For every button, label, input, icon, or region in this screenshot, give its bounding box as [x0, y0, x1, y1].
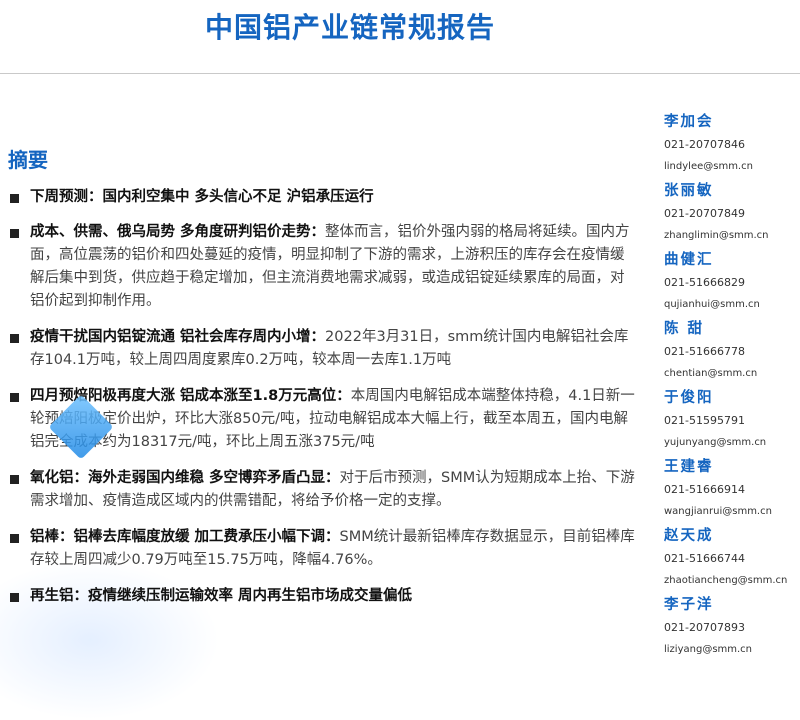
contact-email[interactable]: qujianhui@smm.cn: [664, 294, 800, 316]
bullet-square-icon: [10, 393, 19, 402]
title-divider: [0, 73, 800, 74]
contact-email[interactable]: yujunyang@smm.cn: [664, 432, 800, 454]
contact-email[interactable]: zhanglimin@smm.cn: [664, 225, 800, 247]
summary-item-lead: 下周预测：国内利空集中 多头信心不足 沪铝承压运行: [30, 189, 374, 205]
contact-card: 于俊阳 021-51595791 yujunyang@smm.cn: [664, 386, 800, 455]
summary-item-forecast: 下周预测：国内利空集中 多头信心不足 沪铝承压运行: [8, 186, 636, 209]
contact-phone: 021-51666778: [664, 345, 745, 358]
contact-email[interactable]: zhaotiancheng@smm.cn: [664, 570, 800, 592]
contact-email[interactable]: liziyang@smm.cn: [664, 639, 800, 661]
summary-item-lead: 疫情干扰国内铝锭流通 铝社会库存周内小增：: [30, 329, 326, 345]
contact-name: 张丽敏: [664, 183, 714, 199]
bullet-square-icon: [10, 334, 19, 343]
summary-item-alumina: 氧化铝：海外走弱国内维稳 多空博弈矛盾凸显：对于后市预测，SMM认为短期成本上抬…: [8, 467, 636, 513]
bullet-square-icon: [10, 475, 19, 484]
contact-name: 李子洋: [664, 597, 714, 613]
report-title: 中国铝产业链常规报告: [204, 11, 495, 44]
contact-card: 李加会 021-20707846 lindylee@smm.cn: [664, 110, 800, 179]
contact-phone: 021-20707849: [664, 207, 745, 220]
summary-item-price-trend: 成本、供需、俄乌局势 多角度研判铝价走势：整体而言，铝价外强内弱的格局将延续。国…: [8, 221, 636, 313]
contact-name: 陈 甜: [664, 321, 705, 337]
contact-name: 王建睿: [664, 459, 714, 475]
contact-email[interactable]: wangjianrui@smm.cn: [664, 501, 800, 523]
contact-card: 王建睿 021-51666914 wangjianrui@smm.cn: [664, 455, 800, 524]
contact-name: 赵天成: [664, 528, 714, 544]
bullet-square-icon: [10, 593, 19, 602]
contact-card: 赵天成 021-51666744 zhaotiancheng@smm.cn: [664, 524, 800, 593]
contact-card: 曲健汇 021-51666829 qujianhui@smm.cn: [664, 248, 800, 317]
contact-name: 曲健汇: [664, 252, 714, 268]
contact-email[interactable]: chentian@smm.cn: [664, 363, 800, 385]
analyst-contacts: 李加会 021-20707846 lindylee@smm.cn 张丽敏 021…: [664, 110, 800, 662]
summary-item-lead: 氧化铝：海外走弱国内维稳 多空博弈矛盾凸显：: [30, 470, 340, 486]
bullet-square-icon: [10, 534, 19, 543]
contact-phone: 021-20707893: [664, 621, 745, 634]
contact-card: 张丽敏 021-20707849 zhanglimin@smm.cn: [664, 179, 800, 248]
summary-heading: 摘要: [8, 148, 48, 172]
contact-card: 陈 甜 021-51666778 chentian@smm.cn: [664, 317, 800, 386]
contact-phone: 021-51666914: [664, 483, 745, 496]
contact-name: 于俊阳: [664, 390, 714, 406]
contact-phone: 021-51595791: [664, 414, 745, 427]
summary-item-inventory: 疫情干扰国内铝锭流通 铝社会库存周内小增：2022年3月31日，smm统计国内电…: [8, 326, 636, 372]
contact-name: 李加会: [664, 114, 714, 130]
summary-item-lead: 再生铝：疫情继续压制运输效率 周内再生铝市场成交量偏低: [30, 588, 413, 604]
contact-email[interactable]: lindylee@smm.cn: [664, 156, 800, 178]
summary-item-recycled-aluminium: 再生铝：疫情继续压制运输效率 周内再生铝市场成交量偏低: [8, 585, 636, 608]
bullet-square-icon: [10, 229, 19, 238]
contact-phone: 021-20707846: [664, 138, 745, 151]
summary-item-lead: 成本、供需、俄乌局势 多角度研判铝价走势：: [30, 224, 326, 240]
contact-phone: 021-51666744: [664, 552, 745, 565]
summary-item-aluminium-rod: 铝棒：铝棒去库幅度放缓 加工费承压小幅下调：SMM统计最新铝棒库存数据显示，目前…: [8, 526, 636, 572]
bullet-square-icon: [10, 194, 19, 203]
summary-item-lead: 铝棒：铝棒去库幅度放缓 加工费承压小幅下调：: [30, 529, 340, 545]
contact-phone: 021-51666829: [664, 276, 745, 289]
contact-card: 李子洋 021-20707893 liziyang@smm.cn: [664, 593, 800, 662]
summary-list: 下周预测：国内利空集中 多头信心不足 沪铝承压运行 成本、供需、俄乌局势 多角度…: [8, 186, 636, 608]
